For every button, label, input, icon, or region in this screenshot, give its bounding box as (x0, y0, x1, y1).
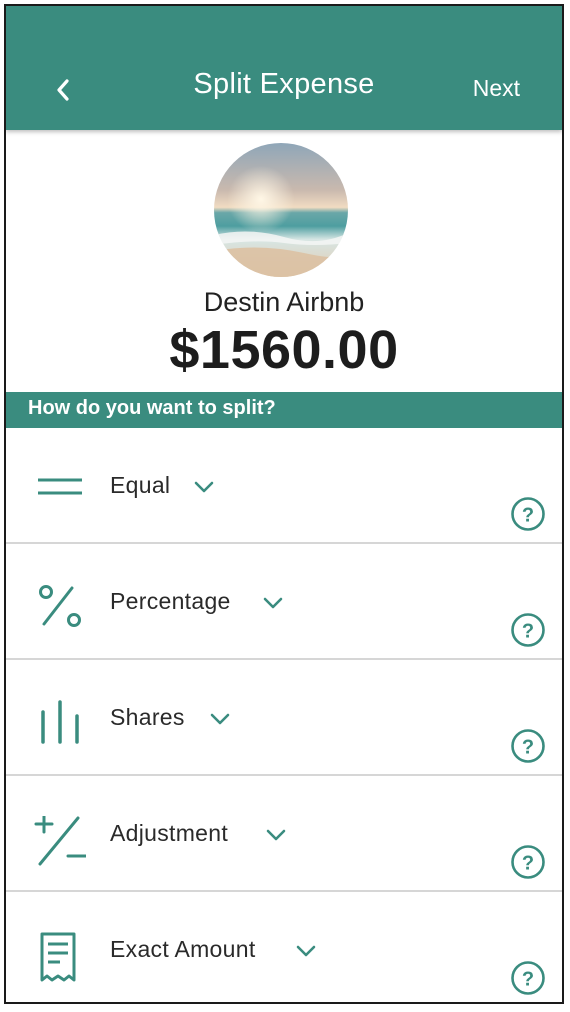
split-prompt-bar: How do you want to split? (6, 392, 562, 428)
svg-text:?: ? (522, 505, 534, 527)
split-option-label: Equal (110, 472, 171, 498)
split-option-adjustment[interactable]: Adjustment ? (6, 776, 562, 892)
split-option-shares[interactable]: Shares ? (6, 660, 562, 776)
percent-icon (39, 585, 81, 627)
help-icon[interactable]: ? (510, 960, 546, 996)
next-button[interactable]: Next (473, 75, 520, 102)
plus-minus-icon (34, 816, 86, 866)
chevron-down-icon[interactable] (193, 480, 215, 494)
chevron-down-icon[interactable] (262, 596, 284, 610)
split-option-equal[interactable]: Equal ? (6, 428, 562, 544)
expense-avatar (214, 143, 348, 277)
split-option-exact-amount[interactable]: Exact Amount ? (6, 892, 562, 1002)
split-option-label: Percentage (110, 588, 231, 614)
split-option-percentage[interactable]: Percentage ? (6, 544, 562, 660)
help-icon[interactable]: ? (510, 728, 546, 764)
expense-amount: $1560.00 (169, 320, 399, 380)
app-header: Split Expense Next (6, 6, 562, 130)
help-icon[interactable]: ? (510, 496, 546, 532)
help-icon[interactable]: ? (510, 844, 546, 880)
help-icon[interactable]: ? (510, 612, 546, 648)
svg-text:?: ? (522, 853, 534, 875)
split-option-label: Exact Amount (110, 936, 256, 962)
split-option-label: Shares (110, 704, 185, 730)
bars-icon (41, 700, 79, 744)
chevron-down-icon[interactable] (209, 712, 231, 726)
svg-text:?: ? (522, 621, 534, 643)
split-prompt: How do you want to split? (28, 397, 276, 419)
equal-lines-icon (38, 478, 82, 495)
receipt-icon (40, 932, 76, 982)
chevron-down-icon[interactable] (265, 828, 287, 842)
app-screen: Split Expense Next Destin Airbnb $1560.0… (4, 4, 564, 1004)
svg-text:?: ? (522, 737, 534, 759)
expense-name: Destin Airbnb (203, 287, 365, 317)
chevron-down-icon[interactable] (295, 944, 317, 958)
split-option-label: Adjustment (110, 820, 229, 846)
svg-text:?: ? (522, 969, 534, 991)
beach-photo-image (214, 143, 348, 277)
